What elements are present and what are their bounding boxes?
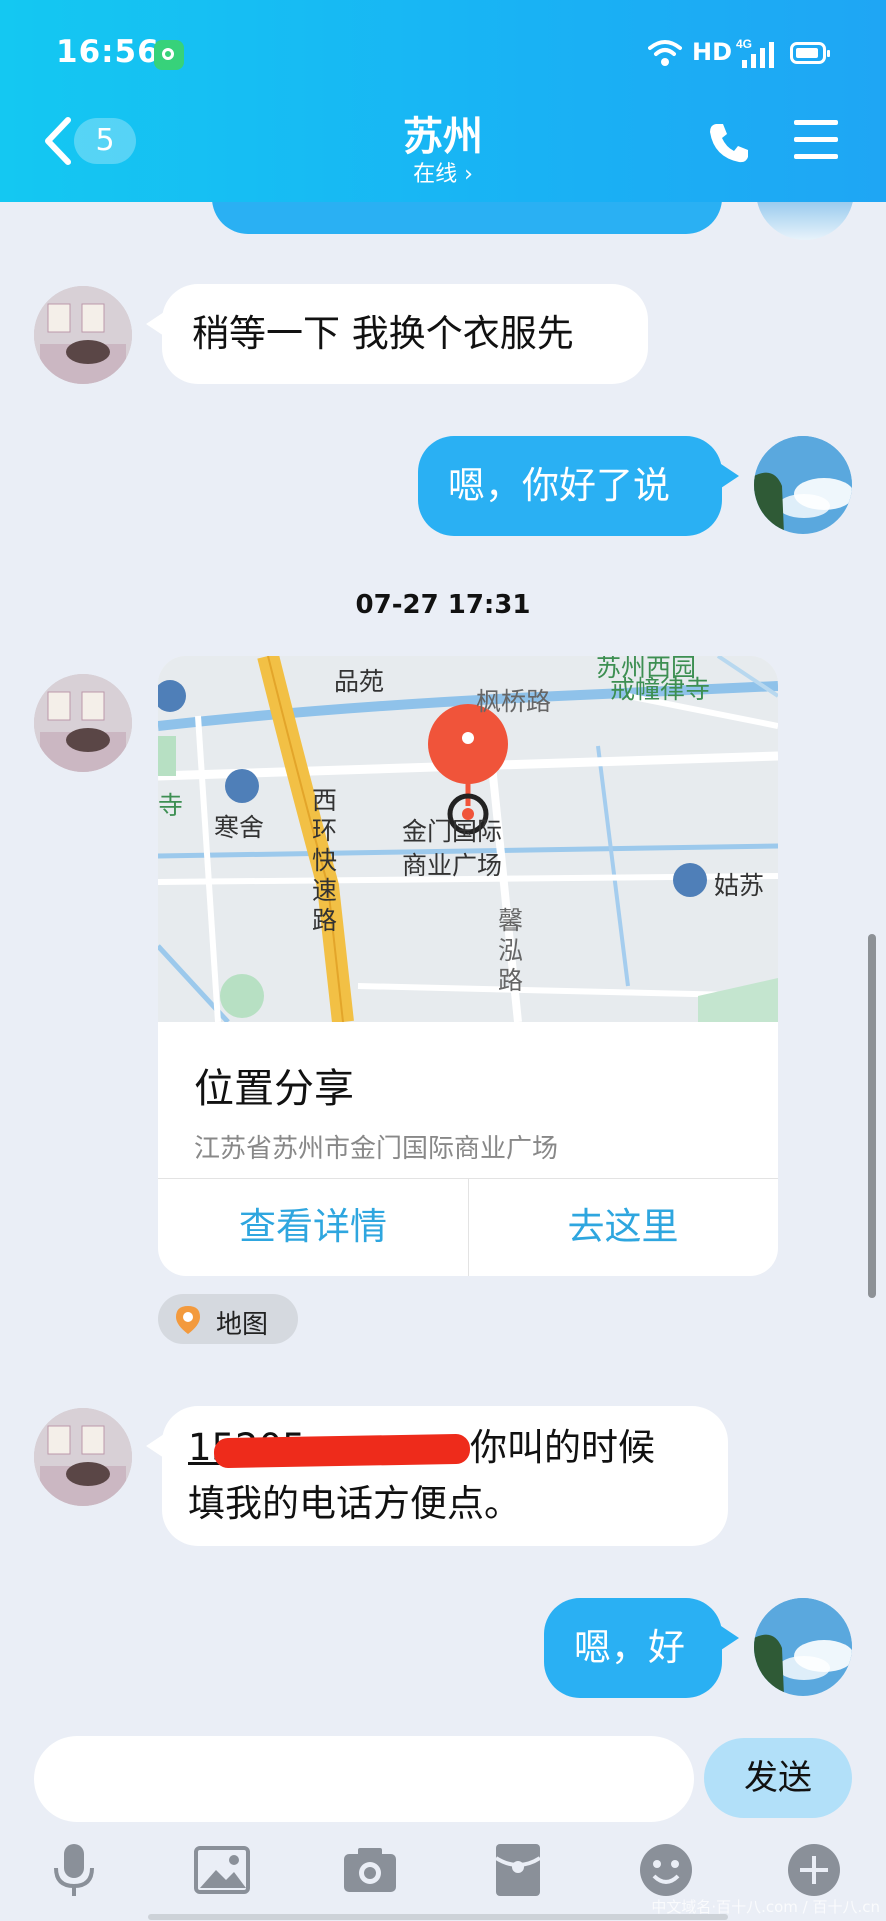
chat-header: 16:56 HD 4G 5 苏州 在线 › xyxy=(0,0,886,202)
view-details-button[interactable]: 查看详情 xyxy=(158,1178,468,1276)
location-pin-icon xyxy=(176,1306,200,1334)
image-icon[interactable] xyxy=(192,1840,252,1900)
menu-icon[interactable] xyxy=(794,120,838,160)
location-title: 位置分享 xyxy=(194,1066,354,1112)
home-indicator xyxy=(148,1914,728,1920)
my-avatar[interactable] xyxy=(756,202,854,240)
notification-app-icon xyxy=(154,40,184,70)
microphone-icon[interactable] xyxy=(44,1840,104,1900)
message-bubble-incoming[interactable]: 15205 你叫的时候 填我的电话方便点。 xyxy=(162,1406,728,1546)
map-chip-label: 地图 xyxy=(216,1310,269,1340)
message-input[interactable] xyxy=(34,1736,694,1822)
map-preview[interactable]: 品苑 枫桥路 苏州西园 戒幢律寺 寒舍 西环快速路 金门国际 商业广场 姑苏 馨… xyxy=(158,656,778,1022)
map-label: 寒舍 xyxy=(214,813,265,842)
plus-icon[interactable] xyxy=(784,1840,844,1900)
phone-call-icon[interactable] xyxy=(706,120,752,166)
location-address: 江苏省苏州市金门国际商业广场 xyxy=(194,1134,559,1164)
map-label: 寺 xyxy=(158,791,184,820)
map-label: 戒幢律寺 xyxy=(610,675,711,704)
status-time: 16:56 xyxy=(56,34,160,70)
red-packet-icon[interactable] xyxy=(488,1840,548,1900)
map-label: 商业广场 xyxy=(402,851,503,880)
message-text: 你叫的时候 xyxy=(470,1426,655,1469)
my-avatar[interactable] xyxy=(754,1598,852,1696)
chat-title[interactable]: 苏州 xyxy=(0,104,886,162)
message-text: 填我的电话方便点。 xyxy=(188,1482,521,1525)
contact-avatar[interactable] xyxy=(34,286,132,384)
map-label: 姑苏 xyxy=(714,871,765,900)
map-source-chip[interactable]: 地图 xyxy=(158,1294,298,1344)
map-label: 西环快速路 xyxy=(312,786,338,935)
message-list[interactable]: 稍等一下 我换个衣服先 嗯，你好了说 07-27 17:31 品苑 枫桥路 苏州… xyxy=(0,202,886,1734)
location-share-card[interactable]: 品苑 枫桥路 苏州西园 戒幢律寺 寒舍 西环快速路 金门国际 商业广场 姑苏 馨… xyxy=(158,656,778,1276)
contact-avatar[interactable] xyxy=(34,674,132,772)
status-bar: 16:56 HD 4G xyxy=(0,0,886,100)
watermark: 中文域名·百十八.com / 百十八.cn xyxy=(651,1898,880,1916)
phone-number-link[interactable]: 15205 xyxy=(188,1420,471,1476)
online-status[interactable]: 在线 › xyxy=(0,156,886,188)
redaction-scribble xyxy=(213,1433,471,1469)
wifi-icon xyxy=(648,40,682,66)
svg-text:4G: 4G xyxy=(736,37,752,51)
camera-icon[interactable] xyxy=(340,1840,400,1900)
previous-outgoing-bubble xyxy=(212,202,722,234)
map-label: 馨泓路 xyxy=(498,906,524,995)
message-bubble-incoming[interactable]: 稍等一下 我换个衣服先 xyxy=(162,284,648,384)
message-bubble-outgoing[interactable]: 嗯，好 xyxy=(544,1598,722,1698)
signal-4g-icon: 4G xyxy=(736,37,774,68)
map-label: 品苑 xyxy=(334,667,385,696)
message-bubble-outgoing[interactable]: 嗯，你好了说 xyxy=(418,436,722,536)
navigate-here-button[interactable]: 去这里 xyxy=(468,1178,778,1276)
message-timestamp: 07-27 17:31 xyxy=(355,590,531,620)
send-button[interactable]: 发送 xyxy=(704,1738,852,1818)
map-label: 金门国际 xyxy=(402,817,503,846)
map-label: 枫桥路 xyxy=(476,687,552,716)
hd-indicator: HD xyxy=(692,38,733,66)
battery-icon xyxy=(790,42,830,64)
my-avatar[interactable] xyxy=(754,436,852,534)
scrollbar[interactable] xyxy=(868,934,876,1298)
contact-avatar[interactable] xyxy=(34,1408,132,1506)
emoji-icon[interactable] xyxy=(636,1840,696,1900)
